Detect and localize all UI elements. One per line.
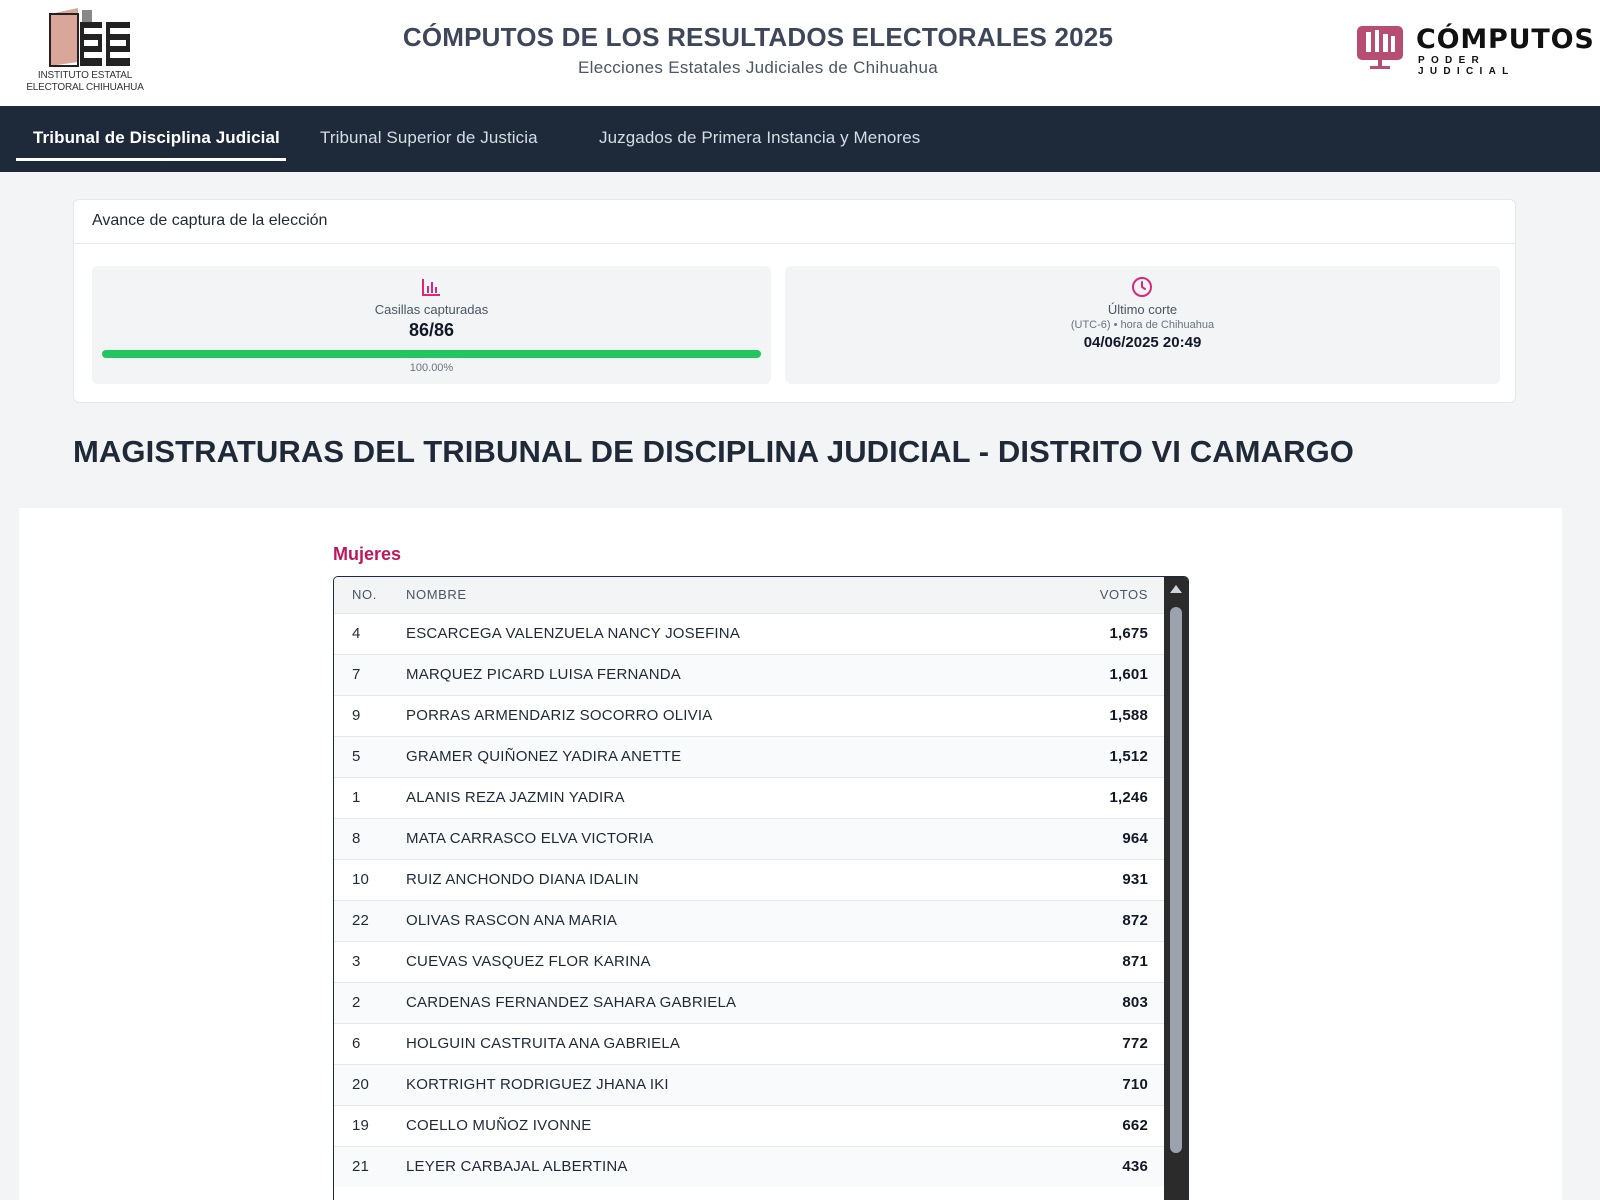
row-votes: 1,675: [1024, 612, 1164, 654]
group-label: Mujeres: [333, 544, 402, 564]
tab-juzgados-primera-instancia[interactable]: Juzgados de Primera Instancia y Menores: [599, 128, 920, 148]
results-table-container[interactable]: NO. NOMBRE VOTOS 4 ESCARCEGA VALENZUELA N…: [333, 576, 1189, 1200]
column-header-no: NO.: [334, 577, 388, 613]
row-name: KORTRIGHT RODRIGUEZ JHANA IKI: [388, 1063, 1024, 1105]
row-votes: 662: [1024, 1104, 1164, 1146]
computos-monitor-icon: [1357, 26, 1403, 69]
cutoff-value: 04/06/2025 20:49: [1083, 334, 1202, 351]
progress-card: Avance de captura de la elección Casilla…: [73, 199, 1516, 403]
page-subtitle: Elecciones Estatales Judiciales de Chihu…: [577, 58, 939, 77]
results-panel: Mujeres NO. NOMBRE VOTOS 4 ESCARCEGA VALE…: [19, 508, 1562, 1200]
column-header-votes: VOTOS: [1024, 577, 1164, 613]
page-title: CÓMPUTOS DE LOS RESULTADOS ELECTORALES 2…: [402, 22, 1114, 52]
row-name: OLIVAS RASCON ANA MARIA: [388, 899, 1024, 941]
table-row: 4 ESCARCEGA VALENZUELA NANCY JOSEFINA 1,67…: [334, 612, 1164, 654]
row-no: 5: [334, 735, 388, 777]
row-name: CUEVAS VASQUEZ FLOR KARINA: [388, 940, 1024, 982]
row-votes: 1,601: [1024, 653, 1164, 695]
row-name: LEYER CARBAJAL ALBERTINA: [388, 1145, 1024, 1187]
table-scrollbar[interactable]: [1164, 577, 1188, 1200]
cutoff-label: Último corte: [1107, 302, 1178, 317]
table-row: 1 ALANIS REZA JAZMIN YADIRA 1,246: [334, 776, 1164, 818]
row-name: RUIZ ANCHONDO DIANA IDALIN: [388, 858, 1024, 900]
row-votes: 1,588: [1024, 694, 1164, 736]
table-row: 22 OLIVAS RASCON ANA MARIA 872: [334, 899, 1164, 941]
row-name: HOLGUIN CASTRUITA ANA GABRIELA: [388, 1022, 1024, 1064]
row-no: 3: [334, 940, 388, 982]
row-name: GRAMER QUIÑONEZ YADIRA ANETTE: [388, 735, 1024, 777]
active-tab-indicator: [16, 158, 286, 161]
capture-progress-bar: [102, 350, 761, 358]
row-no: 19: [334, 1104, 388, 1146]
computos-logo[interactable]: CÓMPUTOS PODER JUDICIAL: [1356, 22, 1594, 77]
row-no: 6: [334, 1022, 388, 1064]
page-header: INSTITUTO ESTATAL ELECTORAL CHIHUAHUA CÓ…: [0, 0, 1600, 106]
row-votes: 1,512: [1024, 735, 1164, 777]
table-row: 6 HOLGUIN CASTRUITA ANA GABRIELA 772: [334, 1022, 1164, 1064]
row-name: ESCARCEGA VALENZUELA NANCY JOSEFINA: [388, 612, 1024, 654]
row-name: MATA CARRASCO ELVA VICTORIA: [388, 817, 1024, 859]
row-no: 21: [334, 1145, 388, 1187]
row-votes: 964: [1024, 817, 1164, 859]
table-row: 9 PORRAS ARMENDARIZ SOCORRO OLIVIA 1,588: [334, 694, 1164, 736]
casillas-label: Casillas capturadas: [374, 302, 489, 317]
table-row: 2 CARDENAS FERNANDEZ SAHARA GABRIELA 803: [334, 981, 1164, 1023]
tab-tribunal-superior-justicia[interactable]: Tribunal Superior de Justicia: [320, 128, 538, 148]
row-name: ALANIS REZA JAZMIN YADIRA: [388, 776, 1024, 818]
tab-tribunal-disciplina-judicial[interactable]: Tribunal de Disciplina Judicial: [33, 128, 280, 148]
row-no: 10: [334, 858, 388, 900]
casillas-stat: Casillas capturadas 86/86 100.00%: [92, 266, 771, 384]
table-row: 20 KORTRIGHT RODRIGUEZ JHANA IKI 710: [334, 1063, 1164, 1105]
scrollbar-thumb[interactable]: [1170, 607, 1182, 1153]
row-votes: 436: [1024, 1145, 1164, 1187]
row-name: COELLO MUÑOZ IVONNE: [388, 1104, 1024, 1146]
casillas-value: 86/86: [408, 320, 455, 340]
row-no: 1: [334, 776, 388, 818]
capture-percent: 100.00%: [409, 362, 454, 374]
brand-title: CÓMPUTOS: [1416, 24, 1595, 55]
row-votes: 710: [1024, 1063, 1164, 1105]
brand-subtitle: PODER JUDICIAL: [1418, 55, 1515, 77]
progress-card-title: Avance de captura de la elección: [92, 212, 328, 229]
scroll-up-arrow-icon[interactable]: [1170, 585, 1182, 593]
row-no: 4: [334, 612, 388, 654]
table-row: 10 RUIZ ANCHONDO DIANA IDALIN 931: [334, 858, 1164, 900]
table-row: 7 MARQUEZ PICARD LUISA FERNANDA 1,601: [334, 653, 1164, 695]
table-row: 3 CUEVAS VASQUEZ FLOR KARINA 871: [334, 940, 1164, 982]
clock-icon: [1132, 277, 1152, 297]
main-nav: Tribunal de Disciplina Judicial Tribunal…: [0, 106, 1600, 172]
row-votes: 872: [1024, 899, 1164, 941]
section-title: MAGISTRATURAS DEL TRIBUNAL DE DISCIPLINA…: [73, 434, 1355, 469]
row-votes: 803: [1024, 981, 1164, 1023]
table-row: 21 LEYER CARBAJAL ALBERTINA 436: [334, 1145, 1164, 1187]
cutoff-stat: Último corte (UTC-6) • hora de Chihuahua…: [785, 266, 1500, 384]
table-row: 5 GRAMER QUIÑONEZ YADIRA ANETTE 1,512: [334, 735, 1164, 777]
table-row: 19 COELLO MUÑOZ IVONNE 662: [334, 1104, 1164, 1146]
row-name: CARDENAS FERNANDEZ SAHARA GABRIELA: [388, 981, 1024, 1023]
row-no: 20: [334, 1063, 388, 1105]
row-no: 7: [334, 653, 388, 695]
results-table: NO. NOMBRE VOTOS 4 ESCARCEGA VALENZUELA N…: [334, 577, 1164, 1187]
row-name: MARQUEZ PICARD LUISA FERNANDA: [388, 653, 1024, 695]
row-votes: 931: [1024, 858, 1164, 900]
column-header-name: NOMBRE: [388, 577, 1024, 613]
row-votes: 871: [1024, 940, 1164, 982]
table-header-row: NO. NOMBRE VOTOS: [334, 577, 1164, 613]
row-no: 9: [334, 694, 388, 736]
row-name: PORRAS ARMENDARIZ SOCORRO OLIVIA: [388, 694, 1024, 736]
row-votes: 772: [1024, 1022, 1164, 1064]
progress-card-header: Avance de captura de la elección: [74, 200, 1515, 244]
table-row: 8 MATA CARRASCO ELVA VICTORIA 964: [334, 817, 1164, 859]
row-votes: 1,246: [1024, 776, 1164, 818]
bar-chart-icon: [422, 279, 440, 296]
capture-progress-fill: [102, 350, 761, 358]
row-no: 8: [334, 817, 388, 859]
cutoff-timezone: (UTC-6) • hora de Chihuahua: [1070, 319, 1215, 331]
row-no: 22: [334, 899, 388, 941]
row-no: 2: [334, 981, 388, 1023]
